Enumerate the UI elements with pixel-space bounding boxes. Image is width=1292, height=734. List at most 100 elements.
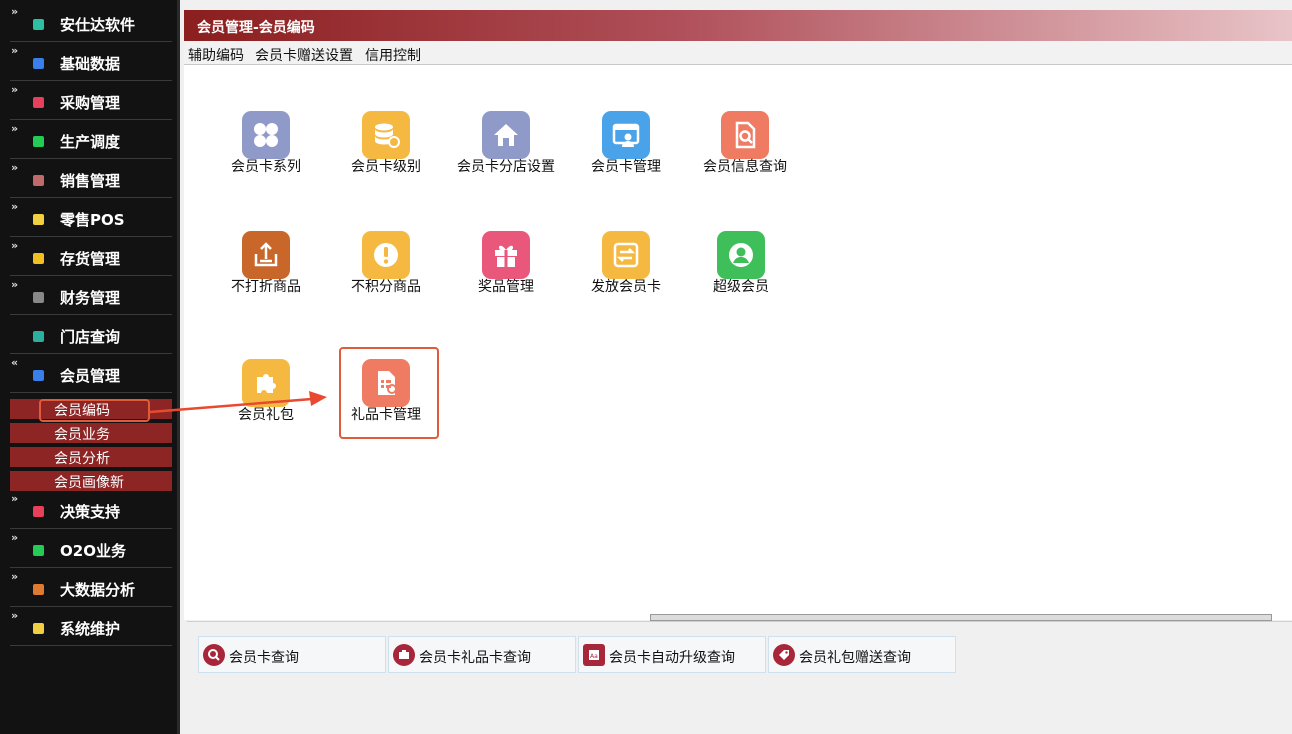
quick-label: 会员卡礼品卡查询 xyxy=(419,650,531,666)
module-icon xyxy=(33,97,44,108)
module-icon xyxy=(33,292,44,303)
sidebar-item-member[interactable]: « 会员管理 xyxy=(10,356,172,393)
upload-icon xyxy=(242,231,290,279)
sidebar-subitem-member-profile[interactable]: 会员画像新 xyxy=(10,471,172,491)
chevron-icon: » xyxy=(11,609,19,622)
quick-card-query[interactable]: 会员卡查询 xyxy=(198,636,386,673)
module-icon xyxy=(33,136,44,147)
tile-label: 超级会员 xyxy=(713,279,769,295)
exchange-icon xyxy=(602,231,650,279)
quick-label: 会员卡查询 xyxy=(229,650,299,666)
chevron-down-icon: « xyxy=(11,356,19,369)
menu-card-gift-settings[interactable]: 会员卡赠送设置 xyxy=(255,45,353,65)
tile-label: 奖品管理 xyxy=(478,279,534,295)
svg-text:Aa: Aa xyxy=(590,653,598,660)
tile-label: 会员信息查询 xyxy=(703,159,787,175)
highlight-box xyxy=(39,399,150,422)
sidebar-item-label: 基础数据 xyxy=(60,55,121,73)
tile-label: 会员卡管理 xyxy=(591,159,661,175)
sidebar-item-label: 财务管理 xyxy=(60,289,121,307)
tile-label: 会员礼包 xyxy=(238,407,294,423)
quick-gift-card-query[interactable]: 会员卡礼品卡查询 xyxy=(388,636,576,673)
user-circle-icon xyxy=(717,231,765,279)
chevron-icon: » xyxy=(11,122,19,135)
menu-credit-control[interactable]: 信用控制 xyxy=(365,45,421,65)
tile-label: 会员卡系列 xyxy=(231,159,301,175)
module-icon xyxy=(33,584,44,595)
sidebar-item-decision[interactable]: » 决策支持 xyxy=(10,492,172,529)
quick-query-bar: 会员卡查询 会员卡礼品卡查询 Aa 会员卡自动升级查询 会员礼包赠送查询 xyxy=(187,621,1292,734)
home-icon xyxy=(482,111,530,159)
sidebar-item-label: 系统维护 xyxy=(60,620,121,638)
quick-label: 会员礼包赠送查询 xyxy=(799,650,911,666)
sidebar-subitem-member-business[interactable]: 会员业务 xyxy=(10,423,172,443)
tile-panel: 会员卡系列 会员卡级别 会员卡分店设置 会员卡管理 会员信息查询 不打折商品 不… xyxy=(184,65,1292,620)
sidebar-item-label: 销售管理 xyxy=(60,172,121,190)
page-title: 会员管理-会员编码 xyxy=(197,20,315,36)
sidebar-item-label: 生产调度 xyxy=(60,133,121,151)
menu-aux-code[interactable]: 辅助编码 xyxy=(188,45,244,65)
sidebar-item-label: 决策支持 xyxy=(60,503,121,521)
module-icon xyxy=(33,370,44,381)
module-icon xyxy=(33,331,44,342)
app-window: » 安仕达软件 » 基础数据 » 采购管理 » 生产调度 » 销售管理 » 零售POS » 存… xyxy=(0,0,1292,734)
database-icon xyxy=(362,111,410,159)
gift-icon xyxy=(482,231,530,279)
sidebar-subitem-label: 会员分析 xyxy=(54,451,110,467)
tile-label: 不积分商品 xyxy=(351,279,421,295)
sidebar-item-o2o[interactable]: » O2O业务 xyxy=(10,531,172,568)
module-icon xyxy=(33,19,44,30)
sidebar-subitem-label: 会员画像新 xyxy=(54,475,124,491)
tile-label: 会员卡级别 xyxy=(351,159,421,175)
chevron-icon: » xyxy=(11,5,19,18)
title-bar: 会员管理-会员编码 xyxy=(184,10,1292,41)
sidebar-item-finance[interactable]: » 财务管理 xyxy=(10,278,172,315)
tag-icon xyxy=(773,644,795,666)
sidebar-item-label: 会员管理 xyxy=(60,367,121,385)
module-icon xyxy=(33,506,44,517)
sidebar-item-label: O2O业务 xyxy=(60,542,126,560)
sidebar-item-base-data[interactable]: » 基础数据 xyxy=(10,44,172,81)
chevron-icon: » xyxy=(11,570,19,583)
sidebar-item-label: 采购管理 xyxy=(60,94,121,112)
sidebar-item-sales[interactable]: » 销售管理 xyxy=(10,161,172,198)
grid-icon xyxy=(242,111,290,159)
upgrade-icon: Aa xyxy=(583,644,605,666)
doc-search-icon xyxy=(721,111,769,159)
quick-label: 会员卡自动升级查询 xyxy=(609,650,735,666)
quick-gift-pack-query[interactable]: 会员礼包赠送查询 xyxy=(768,636,956,673)
chevron-icon: » xyxy=(11,200,19,213)
chevron-icon: » xyxy=(11,44,19,57)
tile-label: 不打折商品 xyxy=(231,279,301,295)
module-icon xyxy=(33,175,44,186)
sidebar-item-purchase[interactable]: » 采购管理 xyxy=(10,83,172,120)
chevron-icon: » xyxy=(11,161,19,174)
card-users-icon xyxy=(602,111,650,159)
search-icon xyxy=(203,644,225,666)
chevron-icon: » xyxy=(11,531,19,544)
sidebar-item-inventory[interactable]: » 存货管理 xyxy=(10,239,172,276)
sidebar-item-bigdata[interactable]: » 大数据分析 xyxy=(10,570,172,607)
sidebar-item-store-query[interactable]: 门店查询 xyxy=(10,317,172,354)
sidebar-item-production[interactable]: » 生产调度 xyxy=(10,122,172,159)
gift-card-icon xyxy=(393,644,415,666)
module-icon xyxy=(33,545,44,556)
sidebar: » 安仕达软件 » 基础数据 » 采购管理 » 生产调度 » 销售管理 » 零售POS » 存… xyxy=(0,0,180,734)
module-icon xyxy=(33,623,44,634)
highlight-box xyxy=(339,347,439,439)
sidebar-item-label: 安仕达软件 xyxy=(60,16,136,34)
sidebar-item-anshida[interactable]: » 安仕达软件 xyxy=(10,5,172,42)
chevron-icon: » xyxy=(11,492,19,505)
sidebar-item-pos[interactable]: » 零售POS xyxy=(10,200,172,237)
module-icon xyxy=(33,253,44,264)
sidebar-item-label: 门店查询 xyxy=(60,328,121,346)
sidebar-item-system[interactable]: » 系统维护 xyxy=(10,609,172,646)
exclamation-icon xyxy=(362,231,410,279)
sidebar-subitem-member-analysis[interactable]: 会员分析 xyxy=(10,447,172,467)
chevron-icon: » xyxy=(11,239,19,252)
quick-auto-upgrade-query[interactable]: Aa 会员卡自动升级查询 xyxy=(578,636,766,673)
sidebar-item-label: 存货管理 xyxy=(60,250,121,268)
tile-label: 会员卡分店设置 xyxy=(457,159,555,175)
menu-bar: 辅助编码 会员卡赠送设置 信用控制 xyxy=(184,41,1292,65)
horizontal-scrollbar[interactable] xyxy=(650,614,1272,621)
